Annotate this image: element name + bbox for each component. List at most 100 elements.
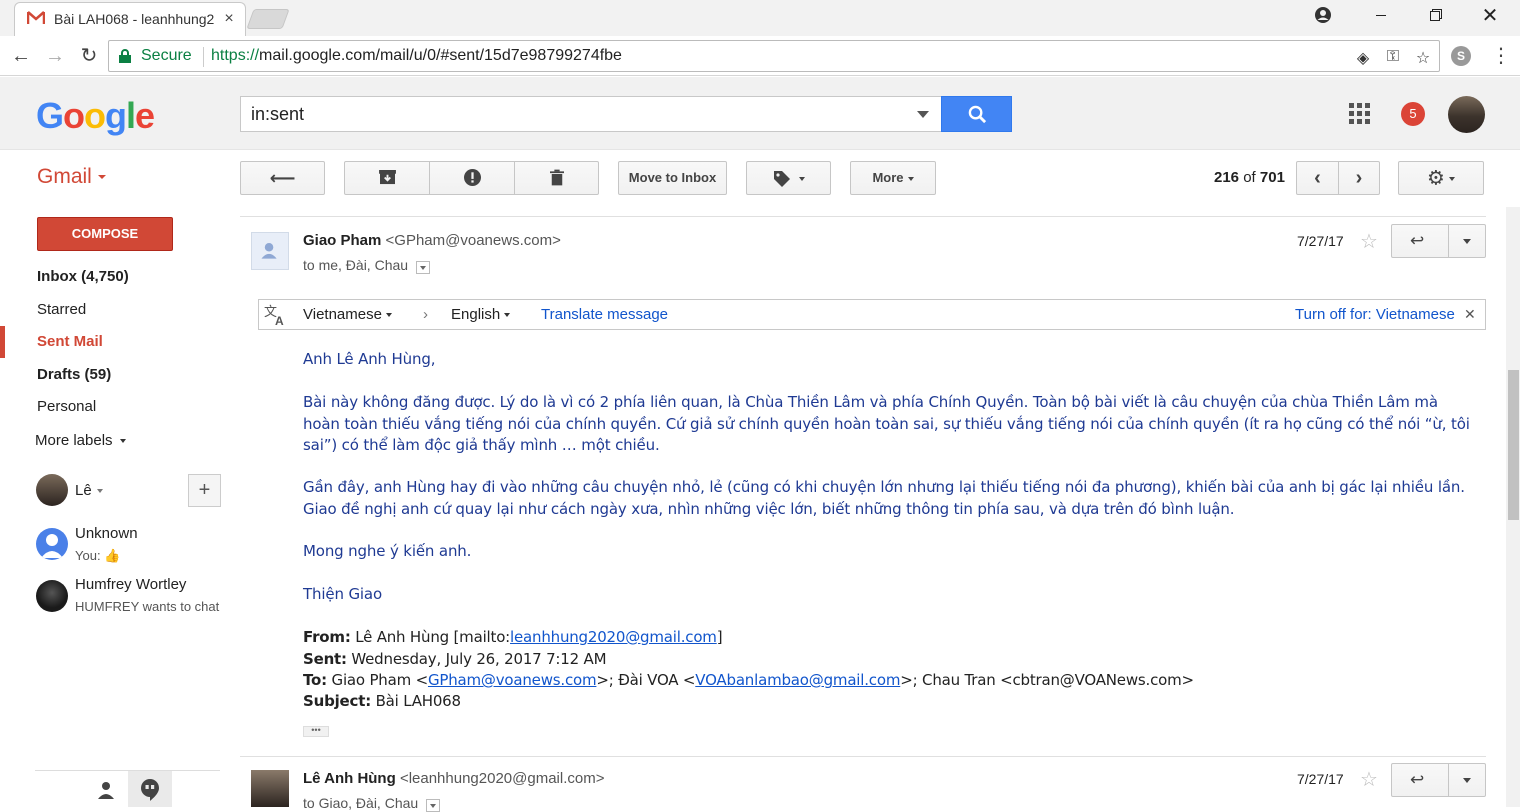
sender-name[interactable]: Giao Pham bbox=[303, 232, 381, 249]
quoted-to-line: To: Giao Pham <GPham@voanews.com>; Đài V… bbox=[303, 671, 1194, 689]
search-button[interactable] bbox=[941, 96, 1012, 132]
sender-avatar[interactable] bbox=[251, 232, 289, 270]
translate-bar: 文 A Vietnamese › English Translate messa… bbox=[258, 299, 1486, 330]
star-icon[interactable]: ☆ bbox=[1360, 229, 1378, 254]
profile-icon[interactable] bbox=[1314, 6, 1332, 24]
back-arrow-icon: ⟵ bbox=[269, 168, 296, 188]
translate-close-icon[interactable]: ✕ bbox=[1464, 306, 1476, 323]
extension-diamond-icon[interactable]: ◈ bbox=[1353, 48, 1373, 67]
target-language-label: English bbox=[451, 306, 501, 323]
google-logo[interactable]: Google bbox=[36, 95, 155, 137]
next-page-icon[interactable]: › bbox=[1339, 162, 1379, 194]
chat-avatar-unknown[interactable] bbox=[36, 528, 68, 560]
show-trimmed-content-button[interactable]: ••• bbox=[303, 726, 329, 737]
url-text: https://mail.google.com/mail/u/0/#sent/1… bbox=[211, 47, 622, 65]
reply-divider bbox=[1448, 225, 1449, 257]
search-input[interactable]: in:sent bbox=[240, 96, 942, 132]
sidebar-item-inbox[interactable]: Inbox (4,750) bbox=[37, 268, 129, 285]
more-labels-label: More labels bbox=[35, 432, 113, 449]
notification-badge[interactable]: 5 bbox=[1401, 102, 1425, 126]
sender-avatar-2[interactable] bbox=[251, 770, 289, 807]
sender-email: <GPham@voanews.com> bbox=[385, 232, 561, 249]
chat-avatar-humfrey[interactable] bbox=[36, 580, 68, 612]
sidebar-item-personal[interactable]: Personal bbox=[37, 398, 96, 415]
browser-tab[interactable]: Bài LAH068 - leanhhung2 × bbox=[14, 2, 246, 36]
minimize-icon[interactable] bbox=[1354, 0, 1408, 32]
default-person-icon bbox=[261, 242, 277, 259]
report-spam-button[interactable] bbox=[430, 162, 514, 194]
labels-button[interactable] bbox=[746, 161, 831, 195]
sidebar-item-starred[interactable]: Starred bbox=[37, 301, 86, 318]
previous-page-icon[interactable]: ‹ bbox=[1297, 162, 1338, 194]
source-language-select[interactable]: Vietnamese bbox=[303, 306, 392, 323]
quoted-to-label: To: bbox=[303, 671, 327, 689]
pager-count: 216 of 701 bbox=[1214, 169, 1285, 186]
sidebar-item-sent[interactable]: Sent Mail bbox=[37, 333, 103, 350]
move-to-inbox-button[interactable]: Move to Inbox bbox=[618, 161, 727, 195]
delete-button[interactable] bbox=[515, 162, 598, 194]
translate-message-link[interactable]: Translate message bbox=[541, 306, 668, 323]
more-actions-icon-2[interactable] bbox=[1463, 778, 1471, 783]
gmail-label: Gmail bbox=[37, 165, 92, 188]
gmail-app-switcher[interactable]: Gmail bbox=[37, 165, 106, 189]
quoted-from-label: From: bbox=[303, 628, 351, 646]
sender-name-2[interactable]: Lê Anh Hùng bbox=[303, 770, 396, 787]
forward-icon[interactable]: → bbox=[40, 42, 70, 70]
reply-divider-2 bbox=[1448, 764, 1449, 796]
search-options-dropdown-icon[interactable] bbox=[917, 111, 929, 118]
apps-grid-icon[interactable] bbox=[1349, 103, 1371, 125]
chat-name-unknown[interactable]: Unknown bbox=[75, 525, 138, 542]
reply-icon[interactable]: ↩ bbox=[1410, 231, 1424, 251]
quoted-to-email-link-1[interactable]: GPham@voanews.com bbox=[428, 671, 597, 689]
turn-off-translation-link[interactable]: Turn off for: Vietnamese bbox=[1295, 306, 1455, 323]
body-paragraph-2: Gần đây, anh Hùng hay đi vào những câu c… bbox=[303, 478, 1465, 518]
label-tag-icon bbox=[773, 170, 790, 187]
quoted-from-email-link[interactable]: leanhhung2020@gmail.com bbox=[510, 628, 717, 646]
sidebar-item-more-labels[interactable]: More labels bbox=[35, 432, 126, 449]
compose-button[interactable]: COMPOSE bbox=[37, 217, 173, 251]
recipients-text-2: to Giao, Đài, Chau bbox=[303, 795, 419, 811]
chat-self-avatar[interactable] bbox=[36, 474, 68, 506]
settings-button[interactable]: ⚙ bbox=[1398, 161, 1484, 195]
tab-close-icon[interactable]: × bbox=[221, 9, 237, 29]
restore-icon[interactable] bbox=[1408, 0, 1462, 32]
chat-preview-unknown: You: 👍 bbox=[75, 548, 121, 563]
window-close-icon[interactable]: ✕ bbox=[1463, 0, 1517, 32]
quoted-sent-text: Wednesday, July 26, 2017 7:12 AM bbox=[351, 650, 607, 668]
chat-name-humfrey[interactable]: Humfrey Wortley bbox=[75, 576, 186, 593]
contacts-person-icon[interactable] bbox=[97, 781, 115, 799]
quoted-to-email-link-2[interactable]: VOAbanlambao@gmail.com bbox=[695, 671, 900, 689]
chrome-menu-icon[interactable]: ⋮ bbox=[1491, 44, 1511, 68]
url-field[interactable]: Secure https://mail.google.com/mail/u/0/… bbox=[108, 40, 1440, 72]
chat-preview-humfrey: HUMFREY wants to chat bbox=[75, 599, 220, 614]
recipients-text: to me, Đài, Chau bbox=[303, 257, 409, 273]
sidebar-item-drafts[interactable]: Drafts (59) bbox=[37, 366, 111, 383]
account-avatar[interactable] bbox=[1448, 96, 1485, 133]
trash-icon bbox=[549, 169, 564, 186]
show-details-icon[interactable] bbox=[416, 260, 431, 274]
bookmark-star-icon[interactable]: ☆ bbox=[1413, 48, 1433, 67]
target-language-select[interactable]: English bbox=[451, 306, 511, 323]
more-actions-icon[interactable] bbox=[1463, 239, 1471, 244]
more-button[interactable]: More bbox=[850, 161, 936, 195]
quoted-sent-line: Sent: Wednesday, July 26, 2017 7:12 AM bbox=[303, 650, 607, 668]
chat-self-name: Lê bbox=[75, 482, 92, 499]
sender-line: Giao Pham <GPham@voanews.com> bbox=[303, 232, 561, 249]
back-icon[interactable]: ← bbox=[6, 42, 36, 70]
quoted-subject-line: Subject: Bài LAH068 bbox=[303, 692, 461, 710]
pager-total: 701 bbox=[1259, 169, 1285, 186]
new-tab-button[interactable] bbox=[246, 9, 290, 29]
quoted-to-text-1: Giao Pham < bbox=[331, 671, 429, 689]
scrollbar-thumb[interactable] bbox=[1508, 370, 1519, 520]
star-icon-2[interactable]: ☆ bbox=[1360, 767, 1378, 792]
archive-button[interactable] bbox=[345, 162, 429, 194]
back-to-list-button[interactable]: ⟵ bbox=[240, 161, 325, 195]
reload-icon[interactable]: ↻ bbox=[74, 42, 104, 70]
skype-extension-icon[interactable]: S bbox=[1451, 46, 1471, 66]
more-labels-caret-icon bbox=[119, 439, 126, 444]
reply-icon-2[interactable]: ↩ bbox=[1410, 770, 1424, 790]
key-icon[interactable]: ⚿ bbox=[1383, 48, 1403, 66]
new-chat-button[interactable]: + bbox=[188, 474, 221, 507]
show-details-icon-2[interactable] bbox=[426, 798, 441, 812]
chat-self-status[interactable]: Lê bbox=[75, 482, 103, 499]
